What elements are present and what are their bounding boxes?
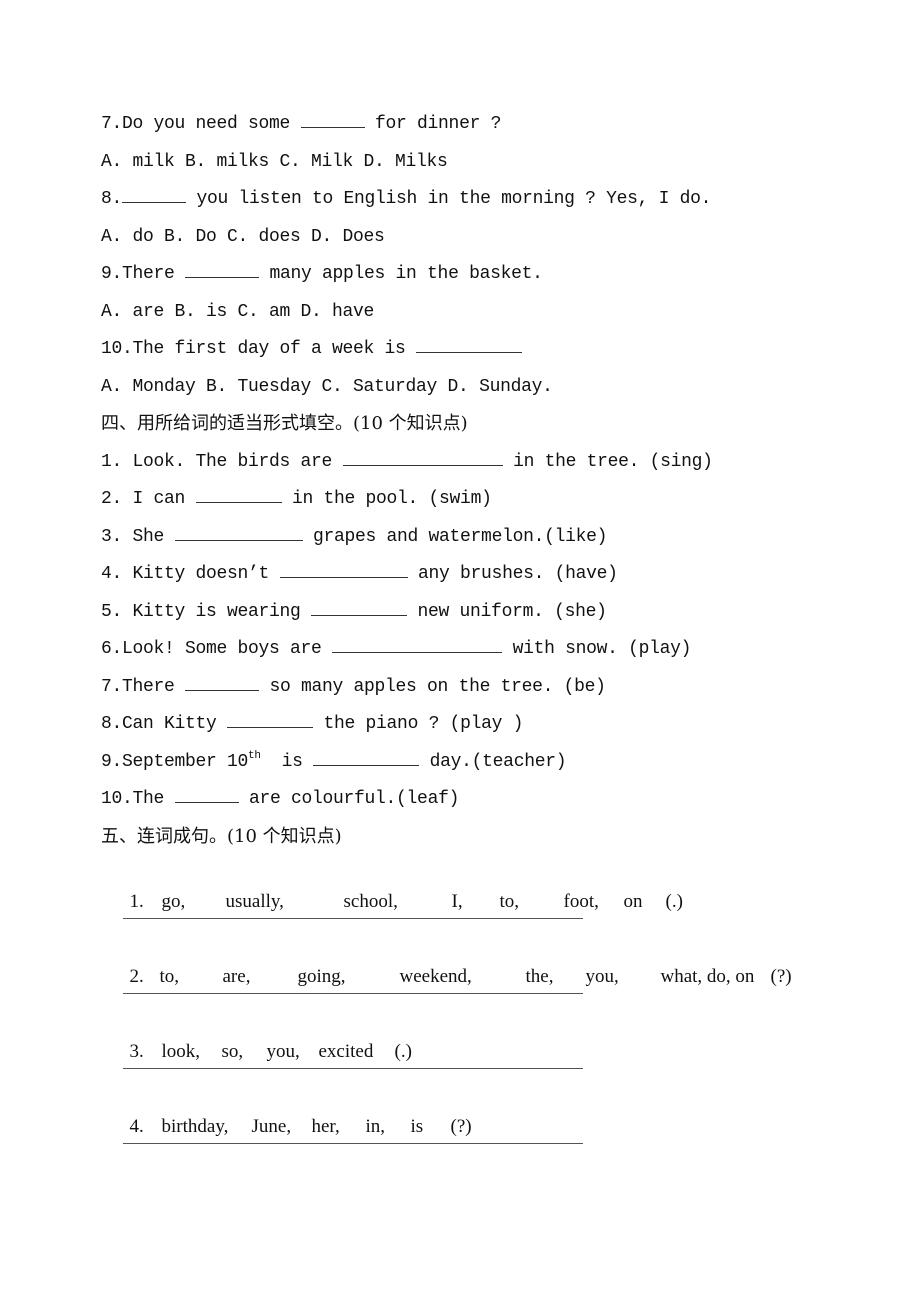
answer-rule bbox=[123, 917, 583, 919]
answer-blank[interactable] bbox=[332, 638, 503, 653]
fill-item-7: 7.There so many apples on the tree. (be) bbox=[101, 676, 606, 697]
multiple-choice-section: 7.Do you need some for dinner ? A. milk … bbox=[101, 110, 861, 410]
question-number: 8. bbox=[101, 189, 123, 209]
answer-blank[interactable] bbox=[122, 188, 187, 203]
fill-item-3: 3. She grapes and watermelon.(like) bbox=[101, 526, 608, 547]
question-number: 9. bbox=[101, 264, 123, 284]
question-7-options: A. milk B. milks C. Milk D. Milks bbox=[101, 151, 448, 172]
answer-rule bbox=[123, 1067, 583, 1069]
fill-item-5: 5. Kitty is wearing new uniform. (she) bbox=[101, 601, 607, 622]
sentence-building-section: 五、连词成句。(10 个知识点) 1. go, usually, school, I, t… bbox=[101, 823, 861, 1161]
fill-item-1: 1. Look. The birds are in the tree. (sin… bbox=[101, 451, 713, 472]
answer-rule bbox=[123, 1142, 583, 1144]
question-number: 10. bbox=[101, 339, 133, 359]
question-number: 7. bbox=[101, 114, 123, 134]
answer-blank[interactable] bbox=[174, 526, 303, 541]
answer-line-4[interactable] bbox=[101, 1123, 861, 1161]
arrange-item-2: 2. to, are, going, weekend, the, you, what, do,… bbox=[129, 966, 792, 987]
answer-blank[interactable] bbox=[174, 788, 239, 803]
answer-line-1[interactable] bbox=[101, 898, 861, 936]
question-9-options: A. are B. is C. am D. have bbox=[101, 301, 375, 322]
fill-item-8: 8.Can Kitty the piano ? (play ) bbox=[101, 713, 524, 734]
fill-item-9: 9.September 10th is day.(teacher) bbox=[101, 749, 567, 772]
fill-item-10: 10.The are colourful.(leaf) bbox=[101, 788, 460, 809]
section-5-heading: 五、连词成句。(10 个知识点) bbox=[101, 825, 342, 847]
question-10-options: A. Monday B. Tuesday C. Saturday D. Sund… bbox=[101, 376, 553, 397]
fill-item-2: 2. I can in the pool. (swim) bbox=[101, 488, 492, 509]
section-4-heading: 四、用所给词的适当形式填空。(10 个知识点) bbox=[101, 413, 468, 434]
fill-item-6: 6.Look! Some boys are with snow. (play) bbox=[101, 638, 692, 659]
worksheet-page: 7.Do you need some for dinner ? A. milk … bbox=[101, 110, 861, 1160]
answer-blank[interactable] bbox=[185, 676, 260, 691]
answer-blank[interactable] bbox=[313, 751, 420, 766]
question-9: 9.There many apples in the basket. bbox=[101, 263, 543, 284]
fill-item-4: 4. Kitty doesn’t any brushes. (have) bbox=[101, 563, 618, 584]
answer-blank[interactable] bbox=[342, 451, 503, 466]
question-8: 8. you listen to English in the morning … bbox=[101, 188, 712, 209]
question-7: 7.Do you need some for dinner ? bbox=[101, 113, 502, 134]
question-8-options: A. do B. Do C. does D. Does bbox=[101, 226, 385, 247]
answer-blank[interactable] bbox=[185, 263, 260, 278]
answer-blank[interactable] bbox=[416, 338, 523, 353]
answer-blank[interactable] bbox=[300, 113, 365, 128]
answer-blank[interactable] bbox=[279, 563, 408, 578]
answer-blank[interactable] bbox=[311, 601, 408, 616]
answer-blank[interactable] bbox=[227, 713, 314, 728]
answer-rule bbox=[123, 992, 583, 994]
question-10: 10.The first day of a week is bbox=[101, 335, 861, 373]
arrange-item-3: 3. look, so, you, excited (.) bbox=[129, 1041, 412, 1062]
answer-line-3[interactable] bbox=[101, 1048, 861, 1086]
answer-blank[interactable] bbox=[195, 488, 282, 503]
arrange-item-1: 1. go, usually, school, I, to, foot, on (.) bbox=[129, 891, 683, 912]
answer-line-2[interactable] bbox=[101, 973, 861, 1011]
fill-in-section: 四、用所给词的适当形式填空。(10 个知识点) 1. Look. The bir… bbox=[101, 410, 861, 823]
arrange-item-4: 4. birthday, June, her, in, is (?) bbox=[129, 1116, 472, 1137]
